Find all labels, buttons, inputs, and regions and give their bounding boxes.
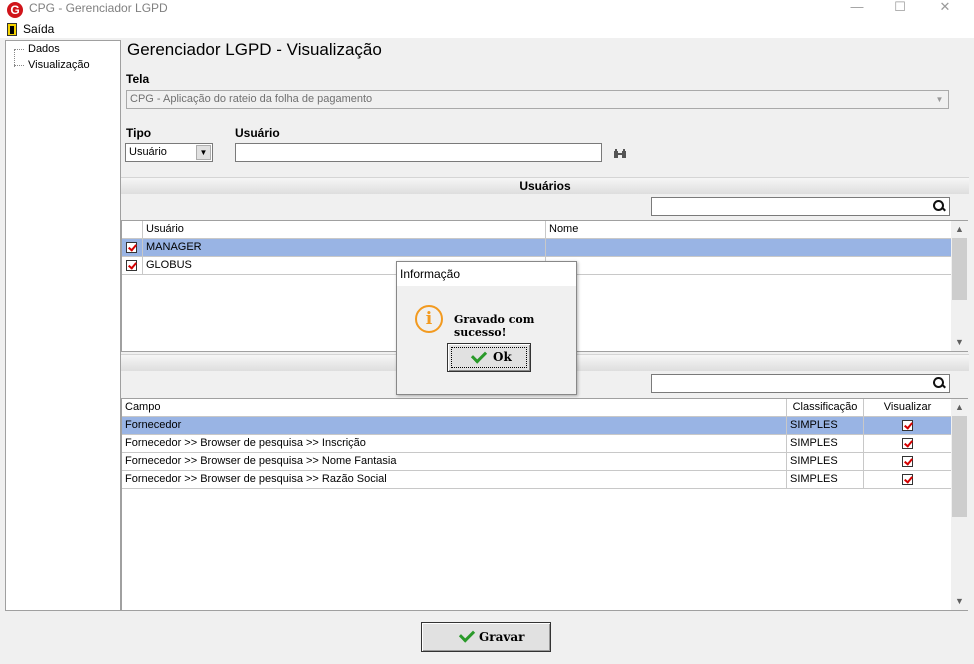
tipo-select-value: Usuário [129,146,167,158]
classificacao-cell: SIMPLES [787,435,864,453]
tree-item-dados[interactable]: Dados [14,43,60,55]
maximize-button[interactable]: ☐ [877,0,923,14]
usuario-input[interactable] [235,143,602,162]
row-checkbox[interactable] [126,260,137,271]
dialog-message: Gravado com sucesso! [454,313,535,339]
tree-item-label: Visualização [28,59,90,71]
grid-header-visualizar[interactable]: Visualizar [864,399,951,417]
dialog-titlebar: Informação [397,262,576,286]
table-row[interactable]: Fornecedor SIMPLES [122,417,951,435]
tipo-label: Tipo [126,126,152,140]
navigation-tree: Dados Visualização [5,40,121,611]
visualizar-checkbox[interactable] [902,474,913,485]
chevron-down-icon: ▼ [196,145,211,160]
nome-cell [546,257,951,275]
search-icon[interactable] [932,376,946,390]
row-checkbox[interactable] [126,242,137,253]
table-row[interactable]: MANAGER [122,239,951,257]
grid-header-check [122,221,143,239]
page-title: Gerenciador LGPD - Visualização [127,40,382,59]
campo-cell: Fornecedor >> Browser de pesquisa >> Ins… [122,435,787,453]
chevron-down-icon: ▼ [935,95,944,104]
gravar-button-label: Gravar [479,630,525,644]
table-row[interactable]: Fornecedor >> Browser de pesquisa >> Raz… [122,471,951,489]
scroll-down-icon[interactable]: ▼ [951,593,968,610]
window-titlebar: G CPG - Gerenciador LGPD — ☐ ✕ [0,0,974,20]
visualizar-checkbox[interactable] [902,420,913,431]
usuario-cell: MANAGER [143,239,546,257]
tela-select-value: CPG - Aplicação do rateio da folha de pa… [130,93,373,105]
tree-item-visualizacao[interactable]: Visualização [14,59,90,71]
table-row[interactable]: Fornecedor >> Browser de pesquisa >> Nom… [122,453,951,471]
usuarios-search-input[interactable] [651,197,950,216]
tree-item-label: Dados [28,43,60,55]
usuarios-scrollbar[interactable]: ▲ ▼ [951,221,968,351]
grid-header-usuario[interactable]: Usuário [143,221,546,239]
grid-header-campo[interactable]: Campo [122,399,787,417]
campos-grid: Campo Classificação Visualizar Fornecedo… [121,398,968,611]
scroll-down-icon[interactable]: ▼ [951,334,968,351]
search-icon[interactable] [932,199,946,213]
campos-search-input[interactable] [651,374,950,393]
exit-door-icon [7,22,17,36]
visualizar-checkbox[interactable] [902,438,913,449]
menubar: Saída [0,20,974,38]
scroll-up-icon[interactable]: ▲ [951,221,968,238]
dialog-title: Informação [400,267,461,281]
campo-cell: Fornecedor [122,417,787,435]
binoculars-search-icon[interactable] [613,148,627,160]
usuario-label: Usuário [235,126,280,140]
usuarios-section-header: Usuários [121,177,969,194]
close-window-button[interactable]: ✕ [922,0,968,14]
visualizar-checkbox[interactable] [902,456,913,467]
campos-scrollbar[interactable]: ▲ ▼ [951,399,968,610]
ok-button[interactable]: Ok [447,343,531,372]
classificacao-cell: SIMPLES [787,453,864,471]
grid-header-classificacao[interactable]: Classificação [787,399,864,417]
tela-select[interactable]: CPG - Aplicação do rateio da folha de pa… [126,90,949,109]
checkmark-icon [458,626,476,643]
campo-cell: Fornecedor >> Browser de pesquisa >> Nom… [122,453,787,471]
tela-label: Tela [126,72,150,86]
menu-exit-label: Saída [23,22,55,36]
table-row[interactable]: Fornecedor >> Browser de pesquisa >> Ins… [122,435,951,453]
classificacao-cell: SIMPLES [787,471,864,489]
classificacao-cell: SIMPLES [787,417,864,435]
scroll-thumb[interactable] [952,238,967,300]
app-logo-icon: G [7,2,23,18]
campo-cell: Fornecedor >> Browser de pesquisa >> Raz… [122,471,787,489]
nome-cell [546,239,951,257]
gravar-button[interactable]: Gravar [421,622,551,652]
ok-button-label: Ok [493,350,512,364]
menu-exit[interactable]: Saída [7,22,54,36]
tipo-select[interactable]: Usuário ▼ [125,143,213,162]
scroll-up-icon[interactable]: ▲ [951,399,968,416]
scroll-thumb[interactable] [952,416,967,517]
info-dialog: Informação i Gravado com sucesso! Ok [396,261,577,395]
info-icon: i [415,305,443,333]
minimize-button[interactable]: — [834,0,880,14]
window-title: CPG - Gerenciador LGPD [29,1,168,15]
grid-header-nome[interactable]: Nome [546,221,952,239]
